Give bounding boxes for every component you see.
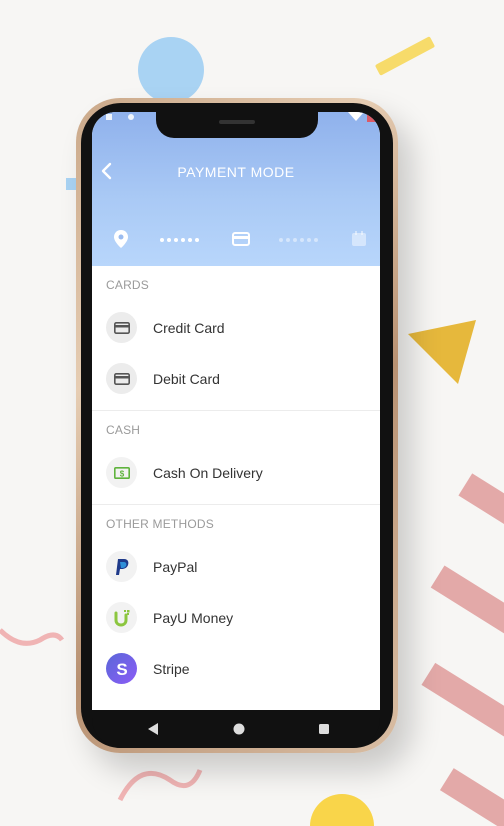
payment-option-debit-card[interactable]: Debit Card [92,353,380,404]
pink-stripe-2 [430,565,504,641]
card-step-icon [232,232,250,246]
progress-dots-pending [279,238,318,242]
home-circle-icon[interactable] [232,722,246,736]
payment-option-label: Stripe [153,660,190,677]
blue-tab [66,178,76,190]
android-nav-bar [92,710,380,748]
section-title-cards: CARDS [106,278,150,292]
page-title: PAYMENT MODE [177,164,295,180]
blue-circle [138,37,204,103]
payment-option-label: Debit Card [153,370,220,387]
payment-option-label: Cash On Delivery [153,464,263,481]
svg-text:S: S [116,660,127,678]
pink-stripe-3 [421,662,504,744]
stripe-icon: S [106,653,137,684]
payment-option-label: Credit Card [153,319,225,336]
calendar-icon [352,231,366,246]
recents-square-icon[interactable] [318,723,330,735]
cash-icon: $ [106,457,137,488]
pink-squiggle-bottom [117,768,203,802]
yellow-triangle [408,320,476,384]
payment-option-label: PayU Money [153,609,234,626]
paypal-icon [106,551,137,582]
credit-card-icon [106,312,137,343]
location-pin-icon [114,230,128,248]
yellow-bar [375,36,435,76]
debit-card-icon [106,363,137,394]
payment-options: CARDS Credit Card Debit Card CASH $ Cash… [92,266,380,694]
section-title-cash: CASH [106,423,141,437]
progress-dots-complete [160,238,199,242]
pink-squiggle-left [0,628,65,646]
payment-option-paypal[interactable]: PayPal [92,541,380,592]
app-screen: PAYMENT MODE CARDS Credit Card Debit Car… [92,112,380,710]
settings-status-icon [128,114,134,120]
pink-stripe-1 [458,473,504,533]
payment-option-stripe[interactable]: S Stripe [92,643,380,694]
payment-option-credit-card[interactable]: Credit Card [92,302,380,353]
phone-speaker [219,120,255,124]
payumoney-icon [106,602,137,633]
wifi-icon [348,112,364,121]
battery-icon [367,112,377,122]
back-triangle-icon[interactable] [147,722,159,736]
svg-text:$: $ [119,469,124,478]
checkout-progress [92,228,380,252]
payment-option-cash-on-delivery[interactable]: $ Cash On Delivery [92,447,380,498]
yellow-circle [310,794,374,826]
pink-stripe-4 [439,768,504,826]
payment-option-label: PayPal [153,558,198,575]
section-title-other-methods: OTHER METHODS [106,517,214,531]
payment-option-payumoney[interactable]: PayU Money [92,592,380,643]
signal-icon [106,114,112,120]
